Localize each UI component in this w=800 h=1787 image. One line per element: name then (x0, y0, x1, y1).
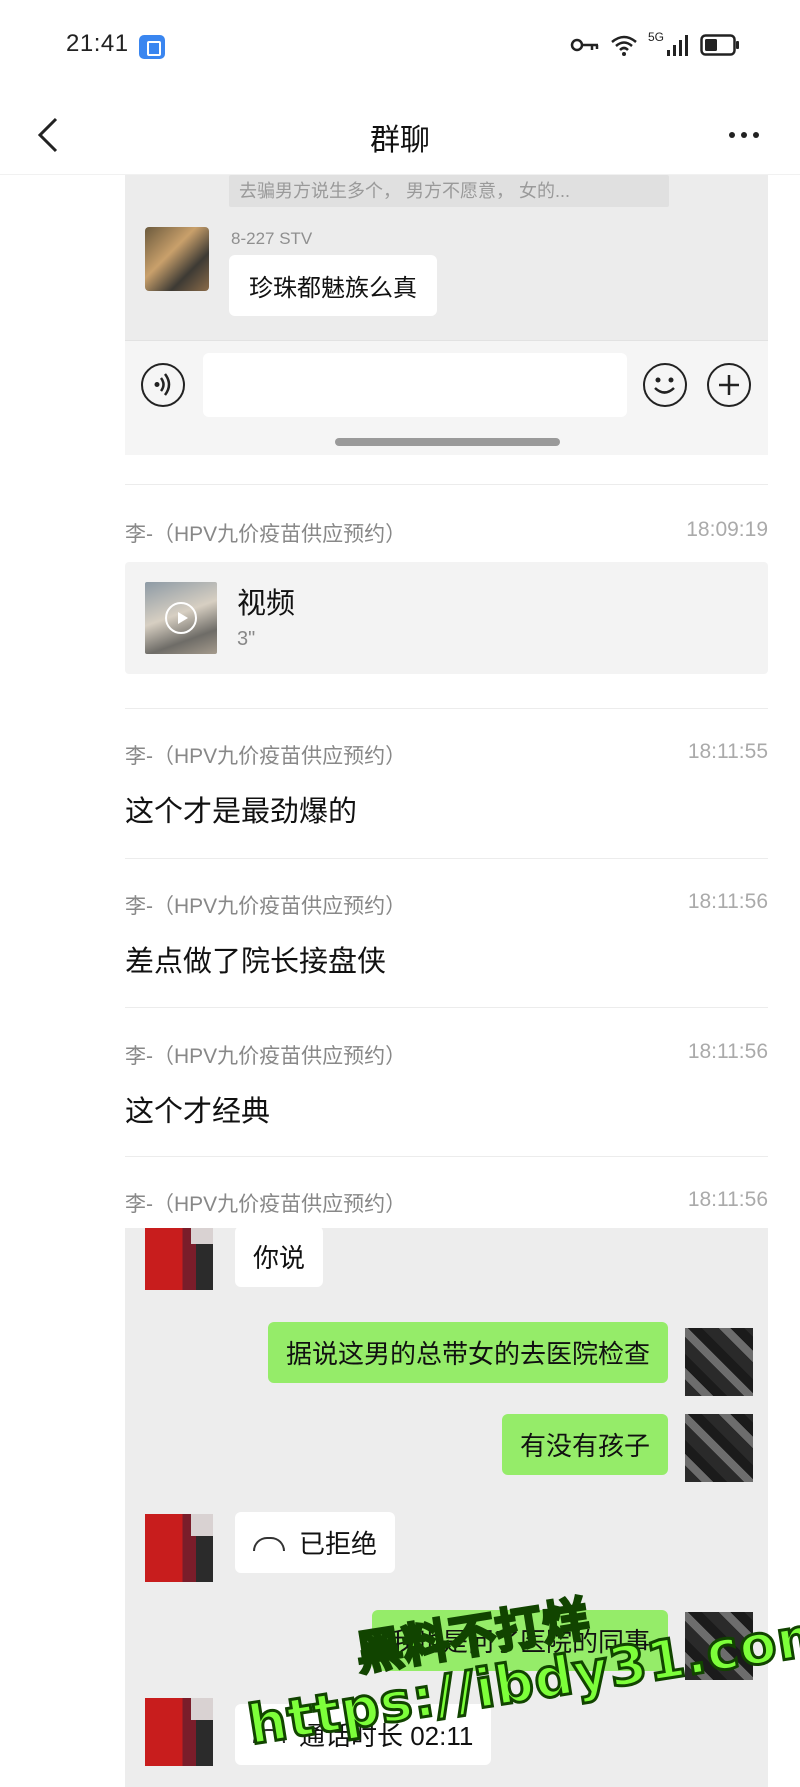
chat-bubble-right: 据说这男的总带女的去医院检查 (267, 1322, 668, 1383)
record-sender: 李-（HPV九价疫苗供应预约） (125, 745, 407, 768)
record-sender: 李-（HPV九价疫苗供应预约） (125, 1045, 407, 1068)
more-dot-icon (753, 132, 759, 138)
avatar (145, 1698, 213, 1766)
embedded-message-bubble: 珍珠都魅族么真 (229, 255, 437, 316)
avatar (145, 1514, 213, 1582)
app-notification-icon (139, 35, 165, 59)
chat-bubble-left: 已拒绝 (235, 1512, 396, 1573)
record-time: 18:09:19 (686, 518, 768, 541)
battery-icon (700, 34, 739, 56)
avatar (685, 1328, 753, 1396)
more-dot-icon (741, 132, 747, 138)
quoted-message: 去骗男方说生多个， 男方不愿意， 女的... (229, 175, 669, 207)
more-dot-icon (729, 132, 735, 138)
chat-bubble-left: 你说 (235, 1228, 324, 1287)
record-time: 18:11:56 (687, 1040, 768, 1063)
status-time: 21:41 (66, 30, 129, 57)
record-message: 差点做了院长接盘侠 (125, 946, 387, 978)
embedded-input-bar (125, 340, 768, 455)
home-indicator (335, 438, 560, 446)
phone-declined-icon (253, 1537, 285, 1552)
wifi-icon (611, 35, 637, 56)
video-duration: 3" (237, 628, 256, 650)
status-icons: 5G (570, 30, 740, 60)
avatar (685, 1414, 753, 1482)
emoji-icon (643, 363, 687, 407)
plus-icon (707, 363, 751, 407)
divider (125, 484, 768, 485)
divider (125, 1156, 768, 1157)
record-header: 李-（HPV九价疫苗供应预约） 18:11:56 (125, 1040, 768, 1070)
record-message: 这个才经典 (125, 1096, 271, 1128)
network-type-label: 5G (647, 30, 664, 44)
video-message-card[interactable]: 视频 3" (125, 562, 768, 674)
vpn-key-icon (570, 38, 599, 52)
record-sender: 李-（HPV九价疫苗供应预约） (125, 523, 407, 546)
record-message: 这个才是最劲爆的 (125, 796, 358, 828)
record-header: 李-（HPV九价疫苗供应预约） 18:09:19 (125, 518, 768, 548)
record-header: 李-（HPV九价疫苗供应预约） 18:11:55 (125, 740, 768, 770)
title-bar: 群聊 (0, 95, 800, 175)
embedded-sender-name: 8-227 STV (231, 229, 313, 248)
avatar (145, 1228, 213, 1290)
record-time: 18:11:55 (687, 740, 768, 763)
video-title: 视频 (237, 588, 296, 620)
chat-bubble-right: 有没有孩子 (501, 1414, 668, 1475)
divider (125, 1007, 768, 1008)
embedded-screenshot-top: 去骗男方说生多个， 男方不愿意， 女的... 8-227 STV 珍珠都魅族么真 (125, 175, 768, 455)
record-sender: 李-（HPV九价疫苗供应预约） (125, 1193, 407, 1216)
embedded-text-input (203, 353, 627, 417)
divider (125, 708, 768, 709)
voice-icon (141, 363, 185, 407)
signal-icon (667, 35, 688, 56)
record-time: 18:11:56 (687, 1188, 768, 1211)
status-bar: 21:41 5G (0, 0, 800, 95)
divider (125, 858, 768, 859)
chat-record: 李-（HPV九价疫苗供应预约） 18:11:56 差点做了院长接盘侠 (125, 890, 768, 980)
page-title: 群聊 (370, 124, 430, 157)
play-icon (165, 602, 197, 634)
record-header: 李-（HPV九价疫苗供应预约） 18:11:56 (125, 1188, 768, 1218)
record-time: 18:11:56 (687, 890, 768, 913)
chat-record: 李-（HPV九价疫苗供应预约） 18:11:56 (125, 1188, 768, 1218)
call-status: 已拒绝 (299, 1529, 378, 1559)
record-header: 李-（HPV九价疫苗供应预约） 18:11:56 (125, 890, 768, 920)
chat-record: 李-（HPV九价疫苗供应预约） 18:09:19 (125, 518, 768, 548)
video-thumbnail (145, 582, 217, 654)
chat-record: 李-（HPV九价疫苗供应预约） 18:11:56 这个才经典 (125, 1040, 768, 1130)
record-sender: 李-（HPV九价疫苗供应预约） (125, 895, 407, 918)
chat-record: 李-（HPV九价疫苗供应预约） 18:11:55 这个才是最劲爆的 (125, 740, 768, 830)
more-options-button[interactable] (720, 117, 768, 153)
avatar (145, 227, 209, 291)
